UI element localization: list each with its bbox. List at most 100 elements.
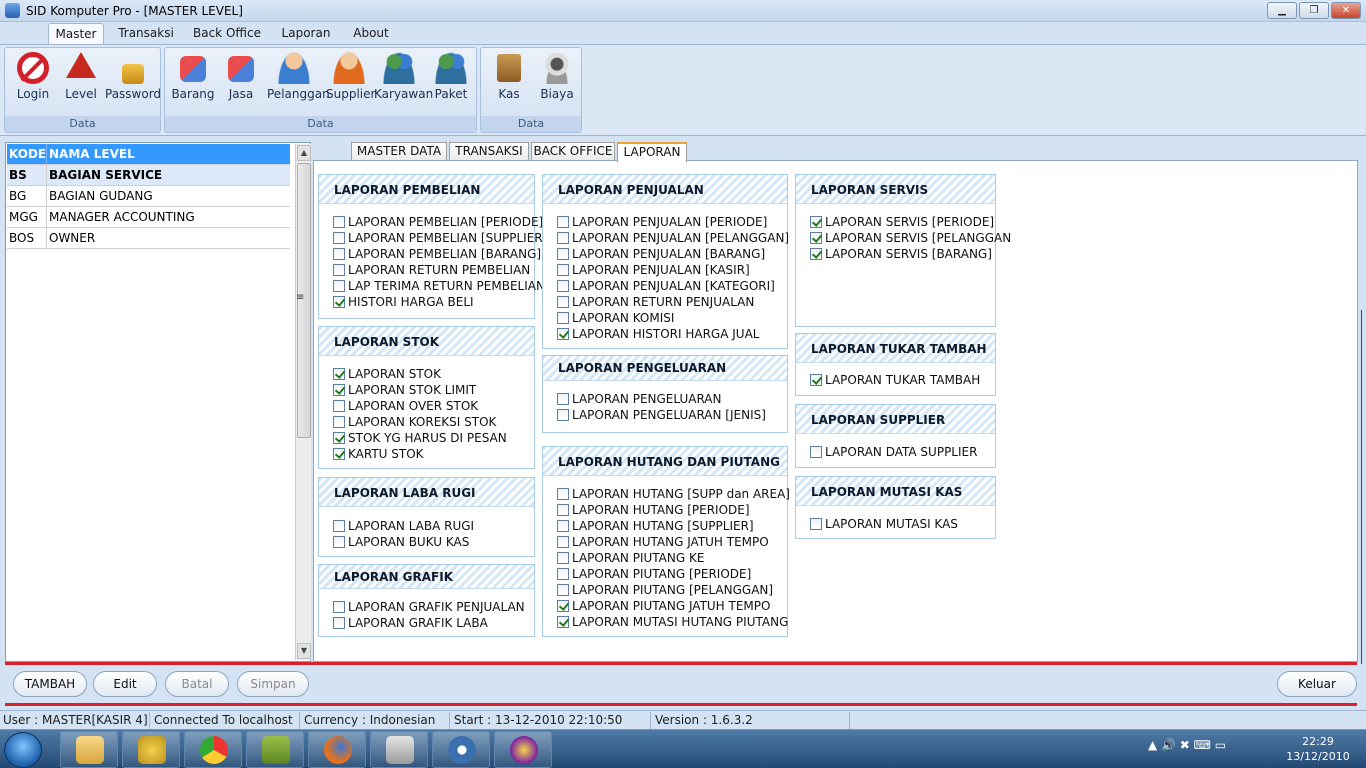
checkbox-item[interactable]: LAPORAN PIUTANG JATUH TEMPO: [557, 599, 770, 614]
checkbox-item[interactable]: LAPORAN PENJUALAN [BARANG]: [557, 247, 765, 262]
checkbox-item[interactable]: LAPORAN KOREKSI STOK: [333, 415, 496, 430]
checkbox-item[interactable]: HISTORI HARGA BELI: [333, 295, 474, 310]
biaya-button[interactable]: Biaya: [535, 52, 579, 101]
checkbox-item[interactable]: LAPORAN PENGELUARAN: [557, 392, 722, 407]
checkbox-item[interactable]: LAPORAN KOMISI: [557, 311, 674, 326]
scroll-down-icon[interactable]: ▼: [297, 643, 311, 659]
checkbox-item[interactable]: LAPORAN HISTORI HARGA JUAL: [557, 327, 759, 342]
checkbox-item[interactable]: LAPORAN STOK: [333, 367, 441, 382]
checkbox-item[interactable]: LAPORAN LABA RUGI: [333, 519, 474, 534]
karyawan-button[interactable]: Karyawan: [374, 52, 433, 101]
taskbar-hs[interactable]: [246, 731, 304, 768]
menu-tab-about[interactable]: About: [350, 23, 392, 44]
checkbox-item[interactable]: LAPORAN PEMBELIAN [PERIODE]: [333, 215, 543, 230]
tab-laporan[interactable]: LAPORAN: [617, 142, 687, 162]
section-title: LAPORAN SUPPLIER: [796, 405, 995, 434]
checkbox-item[interactable]: LAPORAN HUTANG [SUPPLIER]: [557, 519, 754, 534]
cell-kode: BS: [9, 165, 47, 185]
vertical-scrollbar[interactable]: ▲ ▼: [295, 144, 311, 660]
table-row[interactable]: BG BAGIAN GUDANG: [7, 186, 290, 207]
taskbar-chrome[interactable]: [184, 731, 242, 768]
keluar-button[interactable]: Keluar: [1277, 671, 1357, 697]
checkbox-item[interactable]: LAPORAN SERVIS [BARANG]: [810, 247, 992, 262]
system-tray-icons[interactable]: ▲ 🔊 ✖ ⌨ ▭: [1148, 738, 1226, 752]
section-grafik: LAPORAN GRAFIK LAPORAN GRAFIK PENJUALAN …: [318, 564, 535, 637]
splitter-grip-icon[interactable]: ≡: [296, 292, 304, 303]
checkbox-item[interactable]: LAPORAN MUTASI HUTANG PIUTANG: [557, 615, 788, 630]
checkbox-item[interactable]: LAPORAN STOK LIMIT: [333, 383, 476, 398]
simpan-button[interactable]: Simpan: [237, 671, 309, 697]
menu-tab-transaksi[interactable]: Transaksi: [116, 23, 176, 44]
checkbox-item[interactable]: LAPORAN PENJUALAN [PELANGGAN]: [557, 231, 789, 246]
checkbox-item[interactable]: LAPORAN PEMBELIAN [BARANG]: [333, 247, 541, 262]
table-row[interactable]: BS BAGIAN SERVICE: [7, 165, 290, 186]
tambah-button[interactable]: TAMBAH: [13, 671, 87, 697]
checkbox-item[interactable]: LAPORAN PIUTANG [PERIODE]: [557, 567, 751, 582]
checkbox-item[interactable]: LAPORAN PENJUALAN [KASIR]: [557, 263, 750, 278]
barang-button[interactable]: Barang: [171, 52, 215, 101]
cell-nama: OWNER: [49, 231, 96, 245]
level-button[interactable]: Level: [61, 52, 101, 101]
menu-tab-laporan[interactable]: Laporan: [280, 23, 332, 44]
column-header-kode[interactable]: KODE: [9, 144, 47, 164]
checkbox-item[interactable]: LAPORAN TUKAR TAMBAH: [810, 373, 980, 388]
checkbox-item[interactable]: KARTU STOK: [333, 447, 424, 462]
taskbar-seven[interactable]: [122, 731, 180, 768]
jasa-button[interactable]: Jasa: [221, 52, 261, 101]
section-tukar-tambah: LAPORAN TUKAR TAMBAH LAPORAN TUKAR TAMBA…: [795, 333, 996, 396]
checkbox-item[interactable]: LAPORAN PIUTANG [PELANGGAN]: [557, 583, 773, 598]
tab-master-data[interactable]: MASTER DATA: [351, 142, 447, 161]
checkbox-item[interactable]: LAPORAN DATA SUPPLIER: [810, 445, 977, 460]
menu-tab-back-office[interactable]: Back Office: [193, 23, 261, 44]
table-row[interactable]: MGG MANAGER ACCOUNTING: [7, 207, 290, 228]
section-penjualan: LAPORAN PENJUALAN LAPORAN PENJUALAN [PER…: [542, 174, 789, 349]
checkbox-item[interactable]: LAP TERIMA RETURN PEMBELIAN: [333, 279, 545, 294]
taskbar-firefox[interactable]: [308, 731, 366, 768]
checkbox-item[interactable]: LAPORAN RETURN PEMBELIAN: [333, 263, 530, 278]
taskbar-media[interactable]: [432, 731, 490, 768]
login-button[interactable]: Login: [13, 52, 53, 101]
section-title: LAPORAN PEMBELIAN: [319, 175, 534, 204]
checkbox-item[interactable]: LAPORAN MUTASI KAS: [810, 517, 958, 532]
checkbox-item[interactable]: LAPORAN HUTANG [PERIODE]: [557, 503, 750, 518]
level-table: KODE NAMA LEVEL BS BAGIAN SERVICE BG BAG…: [5, 142, 311, 662]
table-row[interactable]: BOS OWNER: [7, 228, 290, 249]
supplier-button[interactable]: Supplier: [326, 52, 375, 101]
tab-back-office[interactable]: BACK OFFICE: [531, 142, 615, 161]
minimize-button[interactable]: ▁: [1267, 2, 1297, 19]
checkbox-item[interactable]: LAPORAN OVER STOK: [333, 399, 478, 414]
clock[interactable]: 22:29 13/12/2010: [1278, 734, 1358, 764]
close-button[interactable]: ✕: [1331, 2, 1361, 19]
checkbox-item[interactable]: LAPORAN PIUTANG KE: [557, 551, 704, 566]
taskbar-explorer[interactable]: [60, 731, 118, 768]
checkbox-item[interactable]: LAPORAN HUTANG [SUPP dan AREA]: [557, 487, 790, 502]
restore-button[interactable]: ❐: [1299, 2, 1329, 19]
checkbox-item[interactable]: LAPORAN SERVIS [PERIODE]: [810, 215, 994, 230]
pelanggan-button[interactable]: Pelanggan: [267, 52, 330, 101]
checkbox-item[interactable]: LAPORAN PENJUALAN [KATEGORI]: [557, 279, 775, 294]
start-button[interactable]: [4, 732, 42, 768]
ribbon-group-label: Data: [481, 116, 581, 132]
checkbox-item[interactable]: LAPORAN SERVIS [PELANGGAN: [810, 231, 1011, 246]
paket-button[interactable]: Paket: [430, 52, 472, 101]
tab-transaksi[interactable]: TRANSAKSI: [449, 142, 529, 161]
checkbox-item[interactable]: LAPORAN RETURN PENJUALAN: [557, 295, 754, 310]
password-button[interactable]: Password: [105, 52, 161, 101]
checkbox-item[interactable]: LAPORAN PENJUALAN [PERIODE]: [557, 215, 767, 230]
taskbar-monitor[interactable]: [370, 731, 428, 768]
kas-button[interactable]: Kas: [489, 52, 529, 101]
checkbox-item[interactable]: STOK YG HARUS DI PESAN: [333, 431, 507, 446]
media-icon: [448, 736, 476, 764]
edit-button[interactable]: Edit: [93, 671, 157, 697]
batal-button[interactable]: Batal: [165, 671, 229, 697]
scroll-up-icon[interactable]: ▲: [297, 145, 311, 161]
taskbar-yahoo[interactable]: [494, 731, 552, 768]
checkbox-item[interactable]: LAPORAN HUTANG JATUH TEMPO: [557, 535, 769, 550]
column-header-nama-level[interactable]: NAMA LEVEL: [49, 144, 135, 164]
checkbox-item[interactable]: LAPORAN PENGELUARAN [JENIS]: [557, 408, 766, 423]
checkbox-item[interactable]: LAPORAN GRAFIK PENJUALAN: [333, 600, 525, 615]
menu-tab-master[interactable]: Master: [48, 23, 104, 44]
checkbox-item[interactable]: LAPORAN PEMBELIAN [SUPPLIER]: [333, 231, 547, 246]
checkbox-item[interactable]: LAPORAN BUKU KAS: [333, 535, 469, 550]
checkbox-item[interactable]: LAPORAN GRAFIK LABA: [333, 616, 488, 631]
